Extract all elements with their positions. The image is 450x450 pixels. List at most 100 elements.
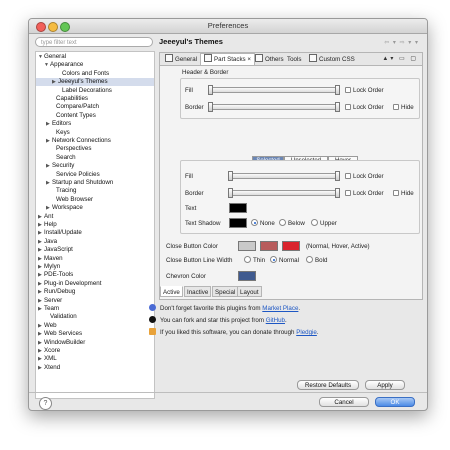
tab-others[interactable]: Others [252,54,287,65]
help-button[interactable]: ? [39,397,52,410]
tree-item[interactable]: ▶ PDE-Tools [38,271,73,279]
tree-item[interactable]: ▶ Run/Debug [38,288,75,296]
tree-item[interactable]: Web Browser [50,196,93,204]
tree-item[interactable]: Perspectives [50,145,91,153]
pledgie-link[interactable]: Pledgie [296,329,317,336]
tab-general[interactable]: General [162,54,200,65]
st-border-end-thumb[interactable] [335,188,340,198]
view-menu-icons[interactable]: ▲▾ ▭ ▢ [382,55,418,62]
st-border-start-thumb[interactable] [228,188,233,198]
chevron-color-swatch[interactable] [238,271,256,281]
close-button-hover-color-swatch[interactable] [260,241,278,251]
st-fill-end-thumb[interactable] [335,171,340,181]
tree-item[interactable]: Compare/Patch [50,103,99,111]
tree-item[interactable]: Service Policies [50,171,100,179]
tree-item-label: Content Types [56,111,96,119]
tree-item[interactable]: ▶ Java [38,238,57,246]
st-border-lock-order-label: Lock Order [353,190,384,197]
tab-layout[interactable]: Layout [237,286,262,297]
tree-item[interactable]: ▶ Web [38,322,57,330]
restore-defaults-button[interactable]: Restore Defaults [297,380,359,390]
shadow-upper-radio[interactable] [311,219,318,226]
tab-inactive[interactable]: Inactive [184,286,212,297]
line-width-thin-radio[interactable] [244,256,251,263]
tree-item[interactable]: Colors and Fonts [56,70,109,78]
close-button-color-note: (Normal, Hover, Active) [306,243,370,250]
tab-close-icon[interactable]: × [247,56,251,63]
history-nav-icons[interactable]: ⇦ ▾ ⇨ ▾ ▾ [384,39,419,46]
hb-border-gradient[interactable] [209,104,339,110]
tree-item[interactable]: Label Decorations [56,87,112,95]
tree-item-label: Team [44,305,60,312]
tree-item[interactable]: Validation [44,313,77,321]
shadow-upper-label: Upper [320,220,337,227]
tree-item[interactable]: ▶ Xcore [38,347,60,355]
tree-item-label: Keys [56,128,70,136]
hb-border-lock-order-checkbox[interactable] [345,104,351,110]
tree-item[interactable]: ▶ Network Connections [46,137,111,145]
tree-item[interactable]: ▶ Workspace [46,204,83,212]
tree-item-label: Search [56,153,76,161]
st-border-gradient[interactable] [229,190,339,196]
tab-active[interactable]: Active [160,286,183,297]
st-border-hide-checkbox[interactable] [393,190,399,196]
tree-item[interactable]: ▼Appearance [44,61,83,69]
tree-item[interactable]: ▶ Team [38,305,59,313]
hb-fill-lock-order-checkbox[interactable] [345,87,351,93]
tree-item[interactable]: ▼General [38,53,66,61]
st-fill-start-thumb[interactable] [228,171,233,181]
st-fill-lock-order-checkbox[interactable] [345,173,351,179]
tree-item[interactable]: ▶ Mylyn [38,263,60,271]
tree-item[interactable]: ▶ Startup and Shutdown [46,179,113,187]
ok-button[interactable]: OK [375,397,415,407]
tree-item-label: Compare/Patch [56,103,99,111]
tree-item[interactable]: ▶ XML [38,355,57,363]
hb-border-end-thumb[interactable] [335,102,340,112]
line-width-bold-radio[interactable] [306,256,313,263]
github-link[interactable]: GitHub [266,317,285,324]
tab-part-stacks[interactable]: Part Stacks × [200,53,255,65]
tree-item[interactable]: ▶ Web Services [38,330,82,338]
hb-fill-end-thumb[interactable] [335,85,340,95]
tab-special[interactable]: Special [212,286,239,297]
shadow-none-radio[interactable] [251,219,258,226]
hb-fill-start-thumb[interactable] [208,85,213,95]
tree-item[interactable]: ▶ Server [38,297,62,305]
tree-item[interactable]: ▶ Plug-in Development [38,280,101,288]
market-place-link[interactable]: Market Place [262,305,298,312]
tree-item[interactable]: Capabilities [50,95,88,103]
line-width-normal-radio[interactable] [270,256,277,263]
close-button-active-color-swatch[interactable] [282,241,300,251]
preference-tree[interactable]: ▼General ▼Appearance Colors and Fonts ▶ Jeee… [35,51,155,399]
tree-item-label: Xtend [44,363,61,371]
tab-tools[interactable]: Tools [284,54,304,65]
tree-item[interactable]: ▶ Ant [38,213,53,221]
tree-item[interactable]: ▶ Xtend [38,364,60,372]
st-border-lock-order-checkbox[interactable] [345,190,351,196]
tab-custom-css[interactable]: Custom CSS [306,54,358,65]
tree-item[interactable]: ▶ JavaScript [38,246,73,254]
close-button-normal-color-swatch[interactable] [238,241,256,251]
cancel-button[interactable]: Cancel [319,397,369,407]
tree-item[interactable]: Search [50,154,76,162]
tree-item[interactable]: Content Types [50,112,96,120]
tree-item[interactable]: ▶ Install/Update [38,229,82,237]
hb-fill-gradient[interactable] [209,87,339,93]
tree-item[interactable]: ▶ WindowBuilder [38,339,85,347]
filter-input[interactable]: type filter text [35,37,153,47]
tree-item[interactable]: ▶ Jeeeyul's Themes [36,78,154,87]
tree-item[interactable]: Keys [50,129,70,137]
shadow-below-radio[interactable] [279,219,286,226]
st-fill-gradient[interactable] [229,173,339,179]
st-text-shadow-color-swatch[interactable] [229,218,247,228]
tree-item[interactable]: Tracing [50,187,76,195]
tree-item[interactable]: ▶ Help [38,221,57,229]
tree-item[interactable]: ▶ Editors [46,120,71,128]
apply-button[interactable]: Apply [365,380,405,390]
hb-border-start-thumb[interactable] [208,102,213,112]
st-text-color-swatch[interactable] [229,203,247,213]
tree-item[interactable]: ▶ Security [46,162,74,170]
donate-info: If you liked this software, you can dona… [149,328,319,336]
tree-item[interactable]: ▶ Maven [38,255,63,263]
hb-border-hide-checkbox[interactable] [393,104,399,110]
